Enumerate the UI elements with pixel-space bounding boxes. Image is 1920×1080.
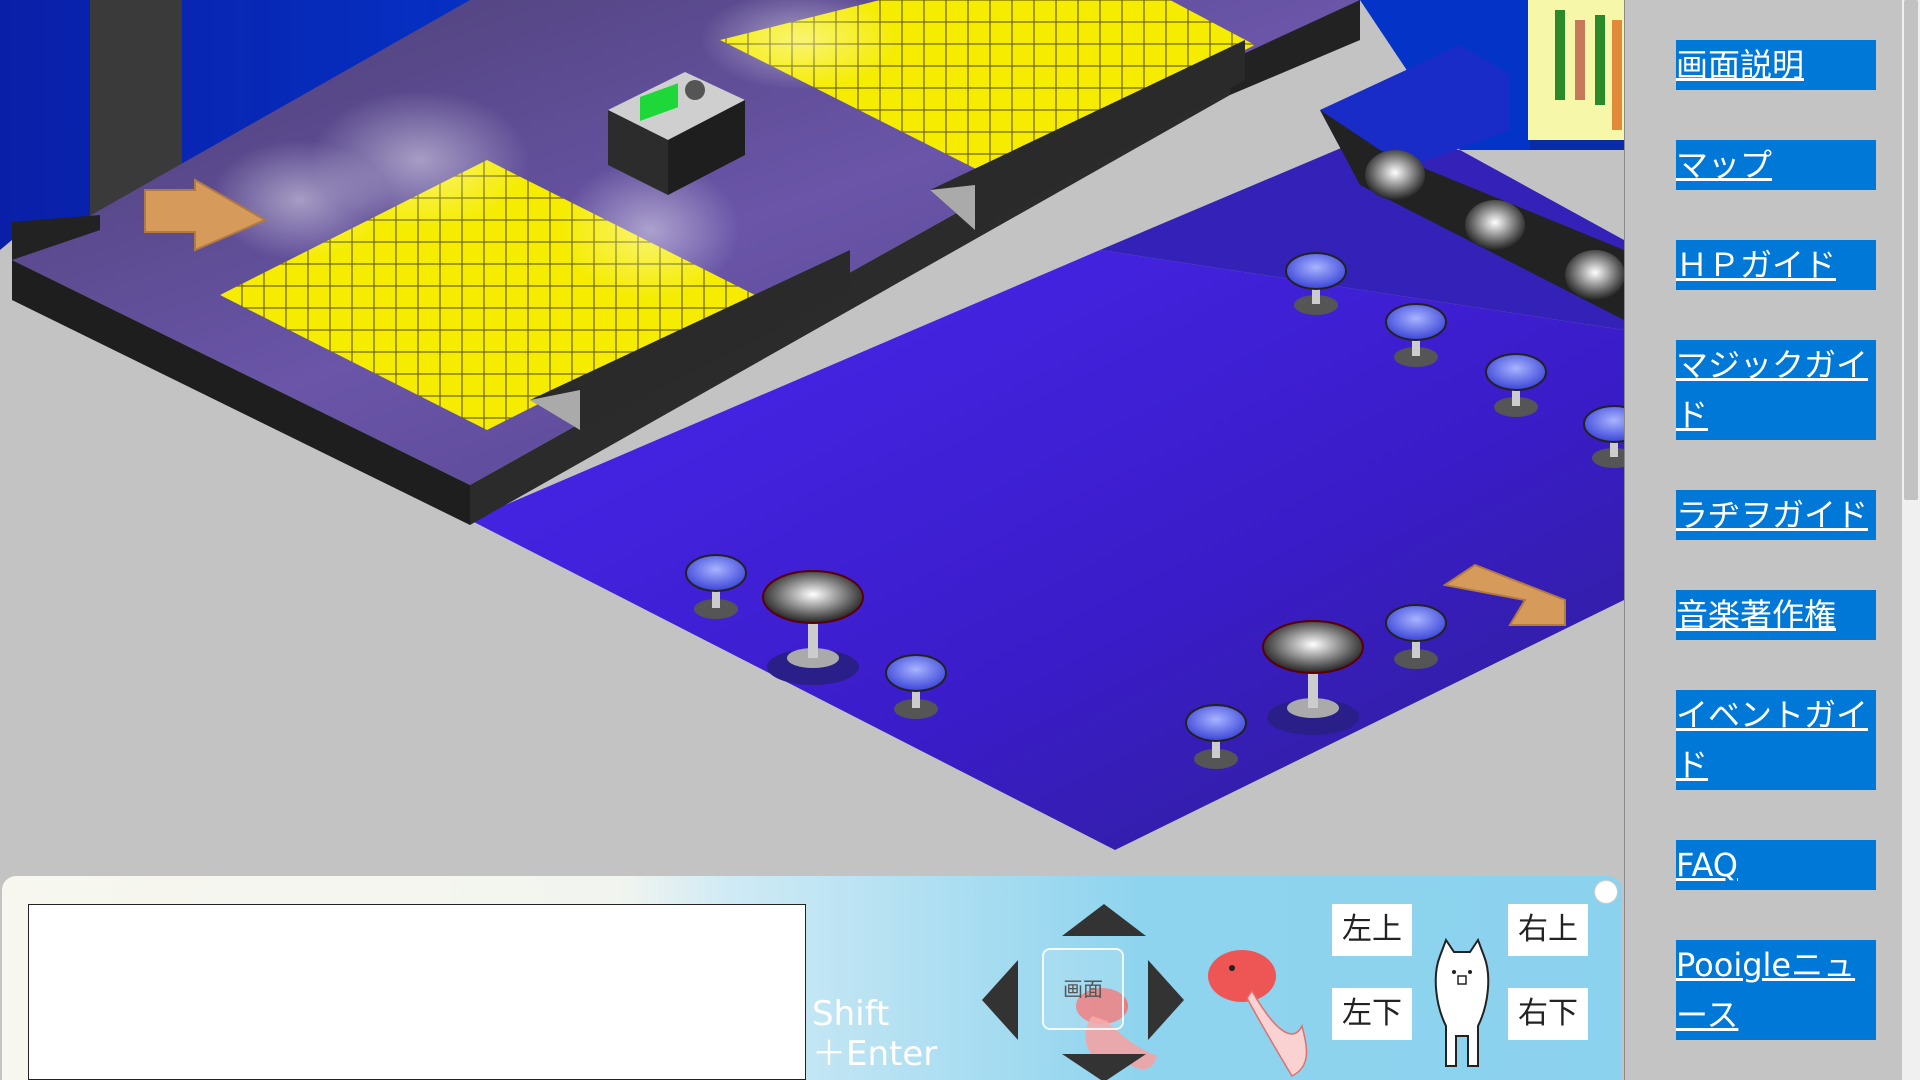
send-hint: Shift ＋Enter [812, 994, 937, 1074]
upper-left-button[interactable]: 左上 [1332, 904, 1412, 956]
sidebar-link-map[interactable]: マップ [1676, 140, 1876, 190]
panel-resize-handle[interactable] [1594, 880, 1618, 904]
room-scene[interactable] [0, 0, 1624, 880]
sidebar-link-music-copyright[interactable]: 音楽著作権 [1676, 590, 1876, 640]
send-hint-line2: ＋Enter [812, 1034, 938, 1074]
scrollbar[interactable] [1902, 0, 1920, 1080]
sidebar-link-hp-guide[interactable]: ＨＰガイド [1676, 240, 1876, 290]
sidebar-link-screen-guide[interactable]: 画面説明 [1676, 40, 1876, 90]
scroll-thumb[interactable] [1904, 0, 1918, 500]
stool[interactable] [685, 554, 747, 619]
stool[interactable] [1385, 303, 1447, 367]
sidebar-link-event-guide[interactable]: イベントガイド [1676, 690, 1876, 790]
stool[interactable] [1285, 252, 1347, 315]
sidebar-link-pooigle-news[interactable]: Pooigleニュース [1676, 940, 1876, 1040]
stool[interactable] [1185, 704, 1247, 769]
lower-right-button[interactable]: 右下 [1508, 988, 1588, 1040]
sidebar-link-faq[interactable]: FAQ [1676, 840, 1876, 890]
send-hint-line1: Shift [812, 994, 890, 1034]
triangle-left-icon[interactable] [982, 960, 1018, 1040]
control-panel: Shift ＋Enter 画面 左上 右上 左下 右下 [2, 876, 1622, 1080]
cat-mascot-icon [1434, 937, 1490, 1067]
triangle-down-icon[interactable] [1062, 1054, 1146, 1080]
triangle-up-icon[interactable] [1062, 904, 1146, 936]
sidebar-link-radio-guide[interactable]: ラヂヲガイド [1676, 490, 1876, 540]
stool[interactable] [1485, 353, 1547, 417]
screen-button[interactable]: 画面 [1042, 948, 1124, 1030]
stool[interactable] [1385, 604, 1447, 669]
help-sidebar: 画面説明 マップ ＨＰガイド マジックガイド ラヂヲガイド 音楽著作権 イベント… [1624, 0, 1920, 1080]
lower-left-button[interactable]: 左下 [1332, 988, 1412, 1040]
stool[interactable] [885, 654, 947, 719]
sidebar-link-magic-guide[interactable]: マジックガイド [1676, 340, 1876, 440]
chat-input[interactable] [28, 904, 806, 1080]
triangle-right-icon[interactable] [1148, 960, 1184, 1040]
upper-right-button[interactable]: 右上 [1508, 904, 1588, 956]
